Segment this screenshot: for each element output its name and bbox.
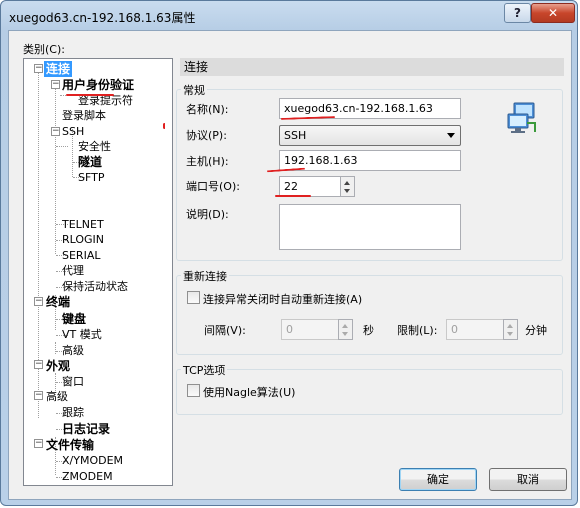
tree-item-terminal-advanced[interactable]: 高级 [62,343,84,359]
tree-item-vt-mode[interactable]: VT 模式 [62,327,102,343]
port-label: 端口号(O): [186,180,240,193]
interval-stepper[interactable] [338,319,353,340]
limit-stepper[interactable] [503,319,518,340]
close-button[interactable]: ✕ [531,3,575,23]
annotation-mark [163,123,166,129]
panel-header: 连接 [180,58,564,76]
arrow-down-icon [344,189,350,193]
name-field[interactable]: xuegod63.cn-192.168.1.63 [279,98,461,119]
tree-item-terminal[interactable]: 终端 [46,294,70,310]
tree-item-advanced[interactable]: 高级 [46,389,68,405]
collapse-icon[interactable]: − [34,297,43,306]
tree-item-zmodem[interactable]: ZMODEM [62,469,113,485]
host-label: 主机(H): [186,155,229,168]
category-tree[interactable]: − − − − − − − 连接 用户身份验证 登录提示符 登录脚本 SSH 安… [23,58,173,486]
tree-item-login-script[interactable]: 登录脚本 [62,108,106,124]
tree-item-rlogin[interactable]: RLOGIN [62,232,104,248]
tree-item-appearance[interactable]: 外观 [46,358,70,374]
window-title: xuegod63.cn-192.168.1.63属性 [9,11,196,25]
collapse-icon[interactable]: − [34,360,43,369]
protocol-value: SSH [284,129,307,142]
tree-item-proxy[interactable]: 代理 [62,263,84,279]
arrow-down-icon [342,332,348,336]
tree-item-auth[interactable]: 用户身份验证 [62,77,134,93]
tcp-legend: TCP选项 [181,362,228,378]
title-bar[interactable]: xuegod63.cn-192.168.1.63属性 ? ✕ [1,1,577,31]
nagle-label[interactable]: 使用Nagle算法(U) [203,384,295,400]
category-label: 类别(C): [23,43,65,56]
tree-item-keyboard[interactable]: 键盘 [62,311,86,327]
seconds-unit: 秒 [363,324,374,337]
arrow-up-icon [342,324,348,328]
limit-field[interactable]: 0 [446,319,504,340]
tree-item-connection[interactable]: 连接 [44,61,73,77]
tree-item-window[interactable]: 窗口 [62,374,84,390]
interval-field[interactable]: 0 [281,319,339,340]
annotation-underline [66,94,114,96]
limit-label: 限制(L): [397,324,438,337]
auto-reconnect-label[interactable]: 连接异常关闭时自动重新连接(A) [203,291,362,307]
auto-reconnect-checkbox[interactable] [187,291,200,304]
general-legend: 常规 [181,82,207,98]
reconnect-legend: 重新连接 [181,268,229,284]
arrow-down-icon [507,332,513,336]
description-field[interactable] [279,204,461,250]
nagle-checkbox[interactable] [187,384,200,397]
tree-item-security[interactable]: 安全性 [78,139,111,155]
host-field[interactable]: 192.168.1.63 [279,150,461,171]
name-label: 名称(N): [186,103,229,116]
dialog-body: 类别(C): − − − − − − − 连接 用户身份验证 登录提示符 登录脚… [8,30,572,500]
chevron-down-icon [447,133,455,138]
tree-item-file-transfer[interactable]: 文件传输 [46,437,94,453]
help-button[interactable]: ? [504,3,531,23]
tree-item-telnet[interactable]: TELNET [62,217,104,233]
cancel-button[interactable]: 取消 [489,468,567,491]
interval-label: 间隔(V): [204,324,246,337]
collapse-icon[interactable]: − [34,391,43,400]
annotation-underline [275,195,311,197]
ok-button[interactable]: 确定 [399,468,477,491]
tree-item-ssh[interactable]: SSH [62,124,84,140]
tree-item-tunnel[interactable]: 隧道 [78,154,102,170]
arrow-up-icon [344,181,350,185]
tree-item-tracking[interactable]: 跟踪 [62,405,84,421]
tree-line [56,146,68,147]
tree-item-keepalive[interactable]: 保持活动状态 [62,279,128,295]
tree-item-xymodem[interactable]: X/YMODEM [62,453,123,469]
protocol-label: 协议(P): [186,129,227,142]
network-computer-icon [505,101,539,135]
collapse-icon[interactable]: − [34,64,43,73]
collapse-icon[interactable]: − [34,439,43,448]
properties-window: xuegod63.cn-192.168.1.63属性 ? ✕ 类别(C): − … [0,0,578,506]
protocol-select[interactable]: SSH [279,125,461,146]
description-label: 说明(D): [186,208,229,221]
minutes-unit: 分钟 [525,324,547,337]
collapse-icon[interactable]: − [51,80,60,89]
port-stepper[interactable] [340,176,355,197]
tree-item-logging[interactable]: 日志记录 [62,421,110,437]
tree-line [55,81,56,254]
tree-item-sftp[interactable]: SFTP [78,170,104,186]
port-field[interactable]: 22 [279,176,341,197]
arrow-up-icon [507,324,513,328]
tree-item-serial[interactable]: SERIAL [62,248,100,264]
reconnect-group [176,275,563,355]
collapse-icon[interactable]: − [51,127,60,136]
tree-line [55,342,56,354]
